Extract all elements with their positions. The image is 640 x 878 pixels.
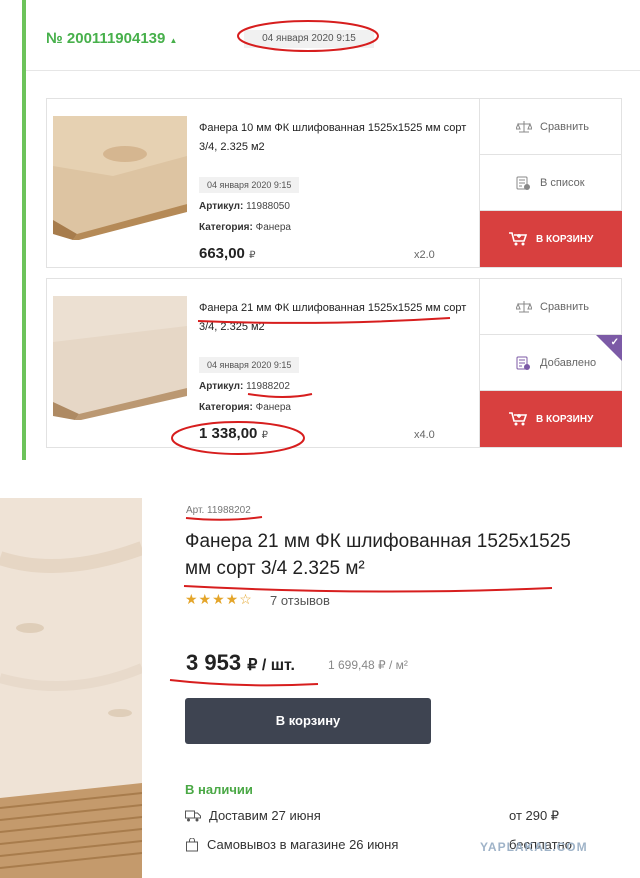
watermark: YAPLAKAL.COM — [480, 840, 588, 854]
product-price: 3 953 ₽ / шт. — [186, 650, 295, 676]
item-price: 1 338,00 ₽ — [199, 425, 268, 442]
product-title: Фанера 21 мм ФК шлифованная 1525х1525 мм… — [185, 531, 571, 579]
price-value: 3 953 — [186, 650, 242, 675]
item-quantity: x4.0 — [414, 429, 435, 441]
order-item-card: Фанера 10 мм ФК шлифованная 1525х1525 мм… — [46, 98, 622, 268]
section-gap — [0, 462, 640, 500]
article-value: 11988050 — [246, 201, 290, 212]
category-value: Фанера — [255, 222, 291, 233]
product-thumbnail[interactable] — [53, 296, 187, 420]
add-to-cart-button[interactable]: В КОРЗИНУ — [480, 391, 622, 447]
item-category: Категория: Фанера — [199, 222, 291, 233]
check-icon: ✓ — [610, 337, 619, 348]
delivery-row: Доставим 27 июня — [185, 808, 321, 823]
item-title[interactable]: Фанера 10 мм ФК шлифованная 1525х1525 мм… — [199, 119, 469, 157]
compare-button[interactable]: Сравнить — [480, 279, 622, 335]
item-date: 04 января 2020 9:15 — [199, 177, 300, 193]
product-thumbnail[interactable] — [53, 116, 187, 240]
item-title[interactable]: Фанера 21 мм ФК шлифованная 1525х1525 мм… — [199, 299, 469, 337]
order-item-card: Фанера 21 мм ФК шлифованная 1525х1525 мм… — [46, 278, 622, 448]
list-add-icon — [516, 176, 530, 190]
product-image[interactable] — [0, 498, 142, 878]
reviews-link[interactable]: 7 отзывов — [270, 593, 330, 608]
buy-button[interactable]: В корзину — [185, 698, 431, 744]
list-added-icon — [516, 356, 530, 370]
price-per-m2: 1 699,48 ₽ / м² — [328, 658, 408, 672]
article-value: 11988202 — [246, 381, 290, 392]
scales-icon — [516, 301, 532, 313]
cart-icon — [509, 232, 528, 246]
compare-button[interactable]: Сравнить — [480, 99, 622, 155]
order-number[interactable]: № 200111904139 ▲ — [46, 30, 177, 47]
delivery-price: от 290 ₽ — [509, 808, 560, 823]
rating-stars[interactable]: ★★★★☆ — [185, 591, 253, 608]
item-quantity: x2.0 — [414, 249, 435, 261]
item-category: Категория: Фанера — [199, 402, 291, 413]
divider — [26, 70, 640, 71]
item-article: Артикул: 11988202 — [199, 381, 290, 392]
bag-icon — [186, 837, 198, 851]
pickup-row: Самовывоз в магазине 26 июня — [185, 837, 398, 852]
delivery-label: Доставим 27 июня — [209, 808, 321, 823]
cart-icon — [509, 412, 528, 426]
pickup-label: Самовывоз в магазине 26 июня — [207, 837, 399, 852]
price-unit: ₽ / шт. — [247, 657, 295, 674]
add-to-list-button[interactable]: В список — [480, 155, 622, 211]
order-date: 04 января 2020 9:15 — [244, 30, 374, 48]
item-date: 04 января 2020 9:15 — [199, 357, 300, 373]
page: № 200111904139 ▲ 04 января 2020 9:15 Фан… — [0, 0, 640, 878]
item-actions: Сравнить В список В КОРЗИНУ — [479, 99, 622, 267]
item-price: 663,00 ₽ — [199, 245, 256, 262]
item-actions: Сравнить Добавлено ✓ В КОРЗИНУ — [479, 279, 622, 447]
truck-icon — [185, 810, 201, 821]
stock-status: В наличии — [185, 782, 253, 797]
item-article: Артикул: 11988050 — [199, 201, 290, 212]
product-article: Арт. 11988202 — [186, 505, 251, 516]
add-to-cart-button[interactable]: В КОРЗИНУ — [480, 211, 622, 267]
order-number-text: № 200111904139 — [46, 30, 166, 47]
category-value: Фанера — [255, 402, 291, 413]
scales-icon — [516, 121, 532, 133]
caret-up-icon: ▲ — [169, 36, 178, 45]
